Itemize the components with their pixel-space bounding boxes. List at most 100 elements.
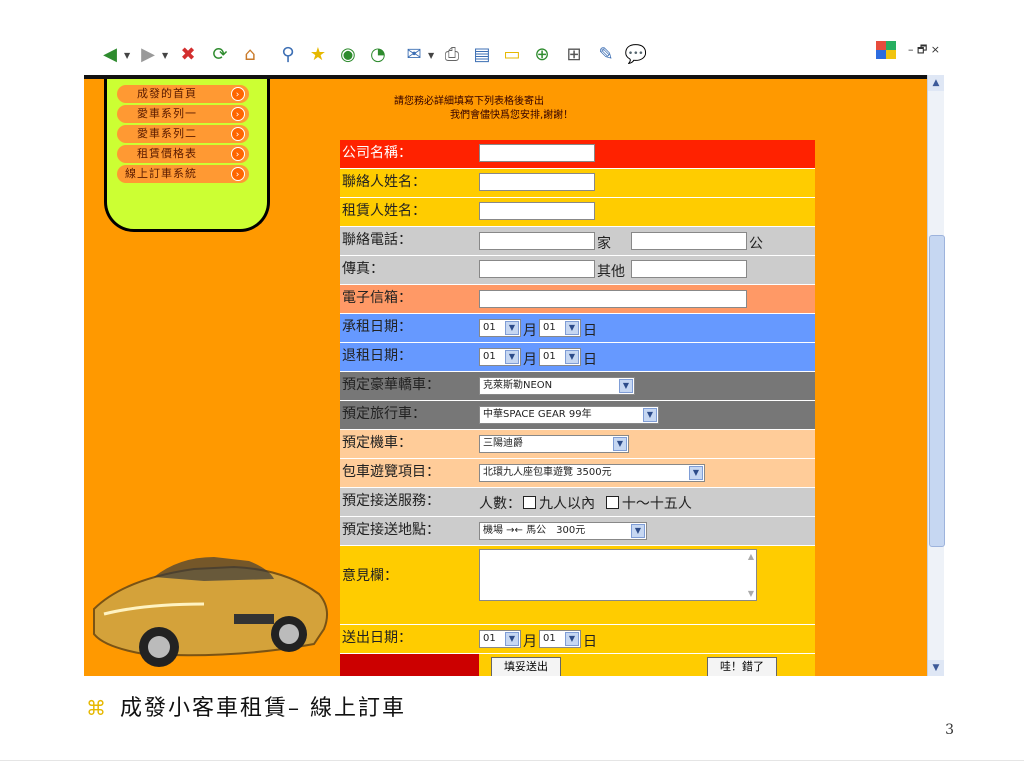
- phone-office-input[interactable]: [631, 232, 747, 250]
- scroll-thumb[interactable]: [929, 235, 945, 547]
- start-month-select[interactable]: 01 ▼: [479, 319, 521, 337]
- chevron-down-icon: ▼: [643, 408, 657, 422]
- window-controls[interactable]: – 🗗 ×: [908, 41, 940, 60]
- travel-car-value: 中華SPACE GEAR 99年: [483, 409, 592, 420]
- home-icon[interactable]: ⌂: [238, 43, 262, 67]
- vertical-scrollbar[interactable]: ▲ ▼: [927, 75, 945, 676]
- place-row: 預定接送地點： 機場 →← 馬公 300元 ▼: [340, 517, 815, 546]
- search-icon[interactable]: ⚲: [276, 43, 300, 67]
- return-date-label: 退租日期：: [342, 348, 412, 364]
- luxury-car-select[interactable]: 克萊斯勒NEON ▼: [479, 377, 635, 395]
- contact-input[interactable]: [479, 173, 595, 191]
- mail-icon[interactable]: ✉: [402, 43, 426, 67]
- submit-day-select[interactable]: 01 ▼: [539, 630, 581, 648]
- forward-icon[interactable]: ▶: [136, 43, 160, 67]
- email-input[interactable]: [479, 290, 747, 308]
- renter-input[interactable]: [479, 202, 595, 220]
- pickup-opt1-checkbox[interactable]: [523, 496, 536, 509]
- scroll-up-icon[interactable]: ▲: [928, 75, 944, 91]
- history-icon[interactable]: ◔: [366, 43, 390, 67]
- research-icon[interactable]: ⊞: [562, 43, 586, 67]
- folder-icon[interactable]: ▭: [500, 43, 524, 67]
- buttons-row-spacer: [340, 654, 477, 676]
- reset-button[interactable]: 哇！錯了: [707, 657, 777, 676]
- mail-dropdown-icon[interactable]: ▼: [428, 51, 434, 60]
- pickup-label: 預定接送服務：: [342, 493, 440, 509]
- back-dropdown-icon[interactable]: ▼: [124, 51, 130, 60]
- day-unit: 日: [583, 352, 597, 368]
- slide-caption: ⌘ 成發小客車租賃– 線上訂車: [86, 690, 406, 722]
- form-notice: 請您務必詳細填寫下列表格後寄出 我們會儘快爲您安排,謝謝！: [394, 95, 624, 123]
- menu-item-price-list[interactable]: 租賃價格表 ›: [117, 145, 249, 163]
- pickup-opt1-label: 九人以內: [539, 496, 595, 512]
- chevron-down-icon: ▼: [631, 524, 645, 538]
- scroll-down-icon[interactable]: ▼: [928, 660, 944, 676]
- phone-home-input[interactable]: [479, 232, 595, 250]
- phone-home-label: 家: [597, 236, 611, 252]
- chevron-right-icon: ›: [231, 167, 245, 181]
- messenger-icon[interactable]: ⊕: [530, 43, 554, 67]
- email-label: 電子信箱：: [342, 290, 412, 306]
- start-month-value: 01: [483, 322, 496, 333]
- travel-car-row: 預定旅行車： 中華SPACE GEAR 99年 ▼: [340, 401, 815, 430]
- pickup-opt2-checkbox[interactable]: [605, 496, 619, 509]
- favorites-icon[interactable]: ★: [306, 43, 330, 67]
- start-date-row: 承租日期： 01 ▼ 月 01 ▼ 日: [340, 314, 815, 343]
- chat-icon[interactable]: 💬: [624, 43, 648, 67]
- submit-day-value: 01: [543, 633, 556, 644]
- windows-logo-icon: [876, 41, 896, 59]
- buttons-row: 填妥送出 哇！錯了: [340, 654, 815, 676]
- fax-other-input[interactable]: [631, 260, 747, 278]
- return-day-value: 01: [543, 351, 556, 362]
- edit-icon[interactable]: ▤: [470, 43, 494, 67]
- submit-button[interactable]: 填妥送出: [491, 657, 561, 676]
- submit-month-value: 01: [483, 633, 496, 644]
- chevron-up-icon[interactable]: ▲: [748, 552, 754, 561]
- menu-item-label: 線上訂車系統: [125, 167, 197, 180]
- menu-item-label: 愛車系列一: [137, 107, 197, 120]
- notice-line-1: 請您務必詳細填寫下列表格後寄出: [394, 96, 544, 107]
- place-value: 機場 →← 馬公 300元: [483, 525, 586, 536]
- discuss-icon[interactable]: ✎: [594, 43, 618, 67]
- comment-label: 意見欄：: [342, 568, 398, 584]
- chevron-down-icon: ▼: [619, 379, 633, 393]
- company-input[interactable]: [479, 144, 595, 162]
- media-icon[interactable]: ◉: [336, 43, 360, 67]
- site-menu: 成發的首頁 › 愛車系列一 › 愛車系列二 › 租賃價格表 › 線上訂車系統 ›: [104, 79, 270, 232]
- renter-row: 租賃人姓名：: [340, 198, 815, 227]
- caption-text: 成發小客車租賃– 線上訂車: [120, 696, 406, 721]
- return-day-select[interactable]: 01 ▼: [539, 348, 581, 366]
- submit-month-select[interactable]: 01 ▼: [479, 630, 521, 648]
- comment-textarea[interactable]: ▲ ▼: [479, 549, 757, 601]
- tour-row: 包車遊覽項目： 北環九人座包車遊覽 3500元 ▼: [340, 459, 815, 488]
- return-month-select[interactable]: 01 ▼: [479, 348, 521, 366]
- start-day-select[interactable]: 01 ▼: [539, 319, 581, 337]
- page-number: 3: [945, 722, 954, 738]
- chevron-down-icon[interactable]: ▼: [748, 589, 754, 598]
- forward-dropdown-icon[interactable]: ▼: [162, 51, 168, 60]
- motorcycle-value: 三陽迪爵: [483, 438, 523, 449]
- contact-row: 聯絡人姓名：: [340, 169, 815, 198]
- start-date-label: 承租日期：: [342, 319, 412, 335]
- menu-item-home[interactable]: 成發的首頁 ›: [117, 85, 249, 103]
- fax-input[interactable]: [479, 260, 595, 278]
- motorcycle-label: 預定機車：: [342, 435, 412, 451]
- travel-car-select[interactable]: 中華SPACE GEAR 99年 ▼: [479, 406, 659, 424]
- pickup-row: 預定接送服務： 人數： 九人以內 十～十五人: [340, 488, 815, 517]
- phone-row: 聯絡電話： 家 公: [340, 227, 815, 256]
- motorcycle-select[interactable]: 三陽迪爵 ▼: [479, 435, 629, 453]
- print-icon[interactable]: ⎙: [440, 43, 464, 67]
- refresh-icon[interactable]: ⟳: [208, 43, 232, 67]
- place-select[interactable]: 機場 →← 馬公 300元 ▼: [479, 522, 647, 540]
- menu-item-cars-2[interactable]: 愛車系列二 ›: [117, 125, 249, 143]
- web-page: 成發的首頁 › 愛車系列一 › 愛車系列二 › 租賃價格表 › 線上訂車系統 › 請您務必…: [84, 79, 928, 676]
- tour-select[interactable]: 北環九人座包車遊覽 3500元 ▼: [479, 464, 705, 482]
- menu-item-online-booking[interactable]: 線上訂車系統 ›: [117, 165, 249, 183]
- menu-item-cars-1[interactable]: 愛車系列一 ›: [117, 105, 249, 123]
- chevron-down-icon: ▼: [613, 437, 627, 451]
- back-icon[interactable]: ◀: [98, 43, 122, 67]
- menu-item-label: 成發的首頁: [137, 87, 197, 100]
- stop-icon[interactable]: ✖: [176, 43, 200, 67]
- chevron-down-icon: ▼: [505, 321, 519, 335]
- month-unit: 月: [523, 352, 537, 368]
